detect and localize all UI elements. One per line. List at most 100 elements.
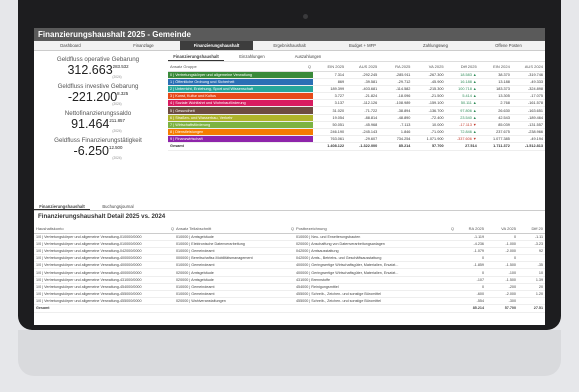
search-icon[interactable]: Q	[308, 64, 311, 69]
column-header[interactable]: AUS 2025	[346, 62, 380, 72]
detail-total-label: Gesamt	[34, 304, 174, 313]
subtab-finanzierungshaushalt[interactable]: Finanzierungshaushalt	[168, 52, 224, 61]
kpi-label: Geldfluss Finanzierungstätigkeit	[54, 137, 142, 144]
tab-finanzierungshaushalt[interactable]: Finanzierungshaushalt	[180, 41, 253, 50]
tab-budget-mfp[interactable]: Budget + MFP	[326, 41, 399, 50]
column-header[interactable]: EIN 2025	[313, 62, 347, 72]
subtab-auszahlungen[interactable]: Auszahlungen	[280, 52, 336, 61]
detail-cell: 000000 | Bereitschaftsz.Mobilitätsmanage…	[174, 254, 294, 263]
detail-cell: -1.500	[486, 276, 518, 284]
value-cell: 18.583 ▲	[445, 71, 479, 79]
detail-row[interactable]: 1/0 | Vertretungskörper und allgemeine V…	[34, 254, 545, 263]
group-cell[interactable]: 8 | Dienstleistungen	[168, 128, 313, 137]
search-icon[interactable]: Q	[171, 226, 174, 231]
column-header[interactable]: AUS 2024	[511, 62, 545, 72]
value-cell: -29.712	[379, 78, 413, 86]
detail-row[interactable]: 1/0 | Vertretungskörper und allgemeine V…	[34, 290, 545, 299]
value-cell: 10.000	[412, 121, 446, 130]
detail-row[interactable]: 1/0 | Vertretungskörper und allgemeine V…	[34, 240, 545, 248]
value-cell: 72.846 ▲	[445, 128, 479, 137]
column-header[interactable]: VA 2025	[412, 62, 446, 72]
search-icon[interactable]: Q	[451, 226, 454, 231]
detail-row[interactable]: 1/0 | Vertretungskörper und allgemeine V…	[34, 276, 545, 284]
detail-row[interactable]: 1/0 | Vertretungskörper und allgemeine V…	[34, 261, 545, 270]
table-row[interactable]: 1 | Öffentliche Ordnung und Sicherheit 86…	[168, 78, 545, 86]
detail-cell: -107	[454, 276, 486, 284]
value-cell: -189.464	[511, 114, 545, 122]
group-cell[interactable]: 1 | Öffentliche Ordnung und Sicherheit	[168, 78, 313, 86]
table-row[interactable]: 8 | Dienstleistungen 246.190 -245.143 1.846…	[168, 128, 545, 137]
detail-row[interactable]: 1/0 | Vertretungskörper und allgemeine V…	[34, 268, 545, 277]
detail-total-value: 85.214	[454, 304, 486, 313]
group-table: Ansatz Gruppe Q EIN 2025 AUS 2025 RA 2025 VA …	[168, 62, 545, 151]
detail-total-spacer	[294, 304, 454, 313]
value-cell: -285.911	[379, 71, 413, 79]
detail-cell: 020000 | Amtsgebäude	[174, 268, 294, 277]
detail-cell: 1.39	[518, 276, 545, 284]
table-row[interactable]: 2 | Unterricht, Erziehung, Sport und Wis…	[168, 85, 545, 94]
value-cell: 1.071.900	[412, 135, 446, 144]
group-cell[interactable]: 9 | Finanzwirtschaft	[168, 135, 313, 144]
group-cell[interactable]: 4 | Soziale Wohlfahrt und Wohnbauförderu…	[168, 99, 313, 108]
detail-column-header[interactable]: Postbezeichnung Q	[294, 224, 454, 234]
value-cell: -18.096	[379, 92, 413, 101]
detail-cell: 010000 | Amtsgebäude	[174, 233, 294, 241]
detail-column-header[interactable]: RA 2025	[454, 224, 486, 234]
detail-cell: -2.000	[486, 247, 518, 256]
detail-cell: 020000 | Amtsgebäude	[174, 276, 294, 284]
table-row[interactable]: 5 | Gesundheit 31.020 -71.722 -38.894 -136.7…	[168, 106, 545, 115]
detail-cell: -1.11	[518, 233, 545, 241]
column-header[interactable]: RA 2025	[379, 62, 413, 72]
detail-column-header[interactable]: Ansatz Teilabschnitt Q	[174, 224, 294, 234]
value-cell: 3.727	[313, 92, 347, 101]
detail-cell: 042000 | Amts-, Betriebs- und Geschäftsa…	[294, 254, 454, 263]
value-cell: -49.194	[511, 135, 545, 144]
detail-cell: 010000 | Gemeindeamt	[174, 261, 294, 270]
detail-column-header[interactable]: Diff 20	[518, 224, 545, 234]
table-row[interactable]: 4 | Soziale Wohlfahrt und Wohnbauförderu…	[168, 99, 545, 108]
table-row[interactable]: 0 | Vertretungskörper und allgemeine Ver…	[168, 71, 545, 79]
group-cell[interactable]: 5 | Gesundheit	[168, 106, 313, 115]
tab-finanzlage[interactable]: Finanzlage	[107, 41, 180, 50]
detail-row[interactable]: 1/0 | Vertretungskörper und allgemeine V…	[34, 233, 545, 241]
bottom-tabs: Finanzierungshaushalt Buchungsjournal	[34, 202, 545, 211]
detail-cell: 10	[518, 268, 545, 277]
total-value: -1.322.000	[346, 142, 380, 151]
search-icon[interactable]: Q	[291, 226, 294, 231]
detail-row[interactable]: 1/0 | Vertretungskörper und allgemeine V…	[34, 283, 545, 292]
tab-ergebnishaushalt[interactable]: Ergebnishaushalt	[253, 41, 326, 50]
tab-dashboard[interactable]: Dashboard	[34, 41, 107, 50]
tab-offene-posten[interactable]: Offene Posten	[472, 41, 545, 50]
table-row[interactable]: 3 | Kunst, Kultur und Kultus 3.727 -21.824…	[168, 92, 545, 101]
table-row[interactable]: 6 | Straßen- und Wasserbau, Verkehr 19.05…	[168, 114, 545, 122]
group-cell[interactable]: 3 | Kunst, Kultur und Kultus	[168, 92, 313, 101]
value-cell: -71.722	[346, 106, 380, 115]
value-cell: -108.989	[379, 99, 413, 108]
detail-column-header[interactable]: Haushaltskonto Q	[34, 224, 174, 234]
detail-cell: 010000 | Gemeindeamt	[174, 283, 294, 292]
detail-cell: -100	[486, 268, 518, 277]
subtabs: Finanzierungshaushalt Einzahlungen Auszahl…	[168, 52, 545, 62]
bottom-tab-buchungsjournal[interactable]: Buchungsjournal	[90, 202, 146, 210]
value-cell: 50.111 ▲	[445, 99, 479, 108]
value-cell: 50.051	[313, 121, 347, 130]
group-cell[interactable]: 2 | Unterricht, Erziehung, Sport und Wis…	[168, 85, 313, 94]
total-value: 57.700	[412, 142, 446, 151]
column-header[interactable]: EIN 2024	[478, 62, 512, 72]
table-row[interactable]: 7 | Wirtschaftsförderung 50.051 -45.968 -7.…	[168, 121, 545, 130]
table-row[interactable]: 9 | Finanzwirtschaft 763.061 -29.607 734.25…	[168, 135, 545, 144]
detail-row[interactable]: 1/0 | Vertretungskörper und allgemeine V…	[34, 247, 545, 256]
value-cell: 246.190	[313, 128, 347, 137]
detail-row[interactable]: 1/0 | Vertretungskörper und allgemeine V…	[34, 297, 545, 306]
column-header-group[interactable]: Ansatz Gruppe Q	[168, 62, 313, 72]
detail-title: Finanzierungshaushalt Detail 2025 vs. 20…	[38, 213, 166, 220]
bottom-tab-finanzierungshaushalt[interactable]: Finanzierungshaushalt	[34, 202, 90, 210]
subtab-einzahlungen[interactable]: Einzahlungen	[224, 52, 280, 61]
group-cell[interactable]: 7 | Wirtschaftsförderung	[168, 121, 313, 130]
tab-zahlungsweg[interactable]: Zahlungsweg	[399, 41, 472, 50]
detail-column-header[interactable]: VA 2025	[486, 224, 518, 234]
value-cell: 23.540 ▲	[445, 114, 479, 122]
group-cell[interactable]: 0 | Vertretungskörper und allgemeine Ver…	[168, 71, 313, 79]
group-cell[interactable]: 6 | Straßen- und Wasserbau, Verkehr	[168, 114, 313, 122]
column-header[interactable]: Diff 2025	[445, 62, 479, 72]
